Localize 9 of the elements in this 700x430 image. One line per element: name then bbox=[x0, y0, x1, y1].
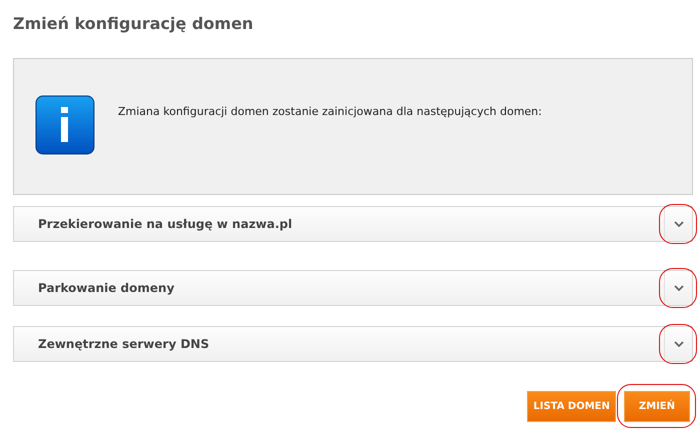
section-label: Parkowanie domeny bbox=[37, 281, 176, 295]
section-label: Zewnętrzne serwery DNS bbox=[37, 337, 210, 351]
section-label: Przekierowanie na usługę w nazwa.pl bbox=[37, 217, 294, 231]
chevron-down-icon bbox=[674, 285, 684, 291]
info-message: Zmiana konfiguracji domen zostanie zainicjowana dla następujących domen: bbox=[118, 105, 542, 118]
info-icon bbox=[35, 95, 96, 156]
chevron-down-icon bbox=[674, 221, 684, 227]
chevron-down-icon bbox=[674, 341, 684, 347]
page-title: Zmień konfigurację domen bbox=[13, 13, 254, 35]
